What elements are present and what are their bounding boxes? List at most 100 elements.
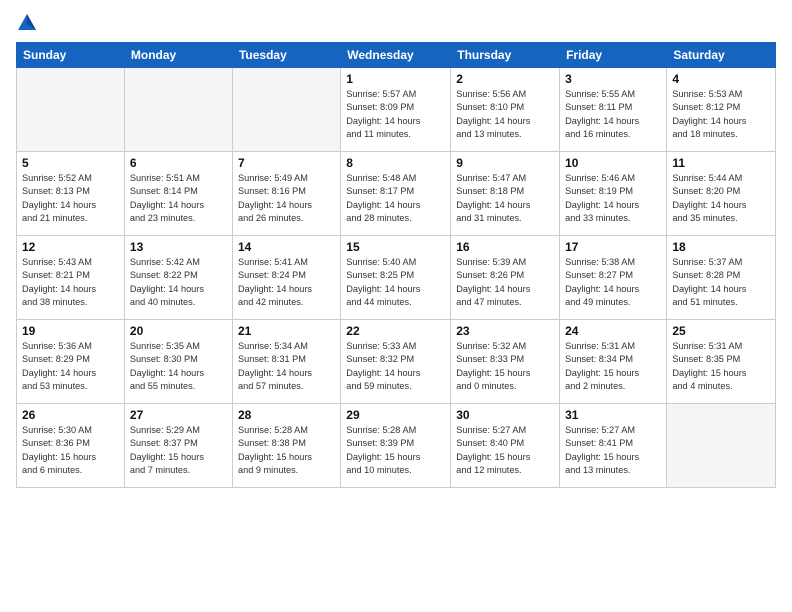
weekday-header-sunday: Sunday: [17, 43, 125, 68]
day-cell: 12 Sunrise: 5:43 AMSunset: 8:21 PMDayligh…: [17, 236, 125, 320]
day-cell: 7 Sunrise: 5:49 AMSunset: 8:16 PMDaylight…: [232, 152, 340, 236]
day-cell: 5 Sunrise: 5:52 AMSunset: 8:13 PMDaylight…: [17, 152, 125, 236]
day-number: 7: [238, 156, 335, 170]
day-cell: [667, 404, 776, 488]
day-info: Sunrise: 5:28 AMSunset: 8:39 PMDaylight:…: [346, 424, 445, 477]
day-number: 19: [22, 324, 119, 338]
day-cell: 28Sunrise: 5:28 AMSunset: 8:38 PMDayligh…: [232, 404, 340, 488]
day-cell: 4 Sunrise: 5:53 AMSunset: 8:12 PMDaylight…: [667, 68, 776, 152]
day-number: 24: [565, 324, 661, 338]
calendar: SundayMondayTuesdayWednesdayThursdayFrid…: [16, 42, 776, 488]
logo-icon: [16, 12, 38, 34]
logo: [16, 12, 42, 34]
day-cell: [232, 68, 340, 152]
weekday-header-row: SundayMondayTuesdayWednesdayThursdayFrid…: [17, 43, 776, 68]
day-cell: 20 Sunrise: 5:35 AMSunset: 8:30 PMDayligh…: [124, 320, 232, 404]
day-cell: 6 Sunrise: 5:51 AMSunset: 8:14 PMDaylight…: [124, 152, 232, 236]
header: [16, 12, 776, 34]
day-info: Sunrise: 5:51 AMSunset: 8:14 PMDaylight:…: [130, 172, 227, 225]
day-number: 8: [346, 156, 445, 170]
week-row-4: 26 Sunrise: 5:30 AMSunset: 8:36 PMDayligh…: [17, 404, 776, 488]
day-number: 30: [456, 408, 554, 422]
day-info: Sunrise: 5:36 AMSunset: 8:29 PMDaylight:…: [22, 340, 119, 393]
day-cell: 3 Sunrise: 5:55 AMSunset: 8:11 PMDaylight…: [560, 68, 667, 152]
day-info: Sunrise: 5:38 AMSunset: 8:27 PMDaylight:…: [565, 256, 661, 309]
day-number: 23: [456, 324, 554, 338]
week-row-3: 19 Sunrise: 5:36 AMSunset: 8:29 PMDayligh…: [17, 320, 776, 404]
day-number: 1: [346, 72, 445, 86]
day-number: 6: [130, 156, 227, 170]
day-info: Sunrise: 5:31 AMSunset: 8:35 PMDaylight:…: [672, 340, 770, 393]
day-cell: 16Sunrise: 5:39 AMSunset: 8:26 PMDayligh…: [451, 236, 560, 320]
day-info: Sunrise: 5:27 AMSunset: 8:41 PMDaylight:…: [565, 424, 661, 477]
day-info: Sunrise: 5:32 AMSunset: 8:33 PMDaylight:…: [456, 340, 554, 393]
day-number: 5: [22, 156, 119, 170]
day-cell: 2 Sunrise: 5:56 AMSunset: 8:10 PMDaylight…: [451, 68, 560, 152]
day-number: 4: [672, 72, 770, 86]
day-cell: 24 Sunrise: 5:31 AMSunset: 8:34 PMDayligh…: [560, 320, 667, 404]
day-number: 15: [346, 240, 445, 254]
day-cell: 26 Sunrise: 5:30 AMSunset: 8:36 PMDayligh…: [17, 404, 125, 488]
day-info: Sunrise: 5:41 AMSunset: 8:24 PMDaylight:…: [238, 256, 335, 309]
day-info: Sunrise: 5:29 AMSunset: 8:37 PMDaylight:…: [130, 424, 227, 477]
day-info: Sunrise: 5:30 AMSunset: 8:36 PMDaylight:…: [22, 424, 119, 477]
day-number: 14: [238, 240, 335, 254]
day-cell: 15 Sunrise: 5:40 AMSunset: 8:25 PMDayligh…: [341, 236, 451, 320]
day-cell: 10 Sunrise: 5:46 AMSunset: 8:19 PMDayligh…: [560, 152, 667, 236]
day-info: Sunrise: 5:48 AMSunset: 8:17 PMDaylight:…: [346, 172, 445, 225]
day-cell: 13Sunrise: 5:42 AMSunset: 8:22 PMDayligh…: [124, 236, 232, 320]
day-info: Sunrise: 5:43 AMSunset: 8:21 PMDaylight:…: [22, 256, 119, 309]
day-cell: [17, 68, 125, 152]
day-number: 12: [22, 240, 119, 254]
day-number: 21: [238, 324, 335, 338]
day-number: 13: [130, 240, 227, 254]
day-number: 16: [456, 240, 554, 254]
page: SundayMondayTuesdayWednesdayThursdayFrid…: [0, 0, 792, 612]
day-cell: 23 Sunrise: 5:32 AMSunset: 8:33 PMDayligh…: [451, 320, 560, 404]
day-number: 29: [346, 408, 445, 422]
day-number: 31: [565, 408, 661, 422]
day-number: 27: [130, 408, 227, 422]
day-cell: 27 Sunrise: 5:29 AMSunset: 8:37 PMDayligh…: [124, 404, 232, 488]
day-info: Sunrise: 5:55 AMSunset: 8:11 PMDaylight:…: [565, 88, 661, 141]
day-cell: 9 Sunrise: 5:47 AMSunset: 8:18 PMDaylight…: [451, 152, 560, 236]
day-number: 22: [346, 324, 445, 338]
day-info: Sunrise: 5:52 AMSunset: 8:13 PMDaylight:…: [22, 172, 119, 225]
day-info: Sunrise: 5:40 AMSunset: 8:25 PMDaylight:…: [346, 256, 445, 309]
day-info: Sunrise: 5:57 AMSunset: 8:09 PMDaylight:…: [346, 88, 445, 141]
day-info: Sunrise: 5:28 AMSunset: 8:38 PMDaylight:…: [238, 424, 335, 477]
day-cell: 30 Sunrise: 5:27 AMSunset: 8:40 PMDayligh…: [451, 404, 560, 488]
day-cell: 19 Sunrise: 5:36 AMSunset: 8:29 PMDayligh…: [17, 320, 125, 404]
day-number: 25: [672, 324, 770, 338]
day-info: Sunrise: 5:44 AMSunset: 8:20 PMDaylight:…: [672, 172, 770, 225]
day-info: Sunrise: 5:56 AMSunset: 8:10 PMDaylight:…: [456, 88, 554, 141]
day-number: 9: [456, 156, 554, 170]
day-number: 3: [565, 72, 661, 86]
day-cell: 22 Sunrise: 5:33 AMSunset: 8:32 PMDayligh…: [341, 320, 451, 404]
week-row-2: 12 Sunrise: 5:43 AMSunset: 8:21 PMDayligh…: [17, 236, 776, 320]
day-info: Sunrise: 5:47 AMSunset: 8:18 PMDaylight:…: [456, 172, 554, 225]
week-row-1: 5 Sunrise: 5:52 AMSunset: 8:13 PMDaylight…: [17, 152, 776, 236]
day-number: 2: [456, 72, 554, 86]
day-info: Sunrise: 5:27 AMSunset: 8:40 PMDaylight:…: [456, 424, 554, 477]
day-number: 11: [672, 156, 770, 170]
day-number: 20: [130, 324, 227, 338]
day-info: Sunrise: 5:31 AMSunset: 8:34 PMDaylight:…: [565, 340, 661, 393]
day-info: Sunrise: 5:49 AMSunset: 8:16 PMDaylight:…: [238, 172, 335, 225]
day-number: 18: [672, 240, 770, 254]
day-cell: 31 Sunrise: 5:27 AMSunset: 8:41 PMDayligh…: [560, 404, 667, 488]
day-info: Sunrise: 5:35 AMSunset: 8:30 PMDaylight:…: [130, 340, 227, 393]
day-info: Sunrise: 5:33 AMSunset: 8:32 PMDaylight:…: [346, 340, 445, 393]
day-cell: 8 Sunrise: 5:48 AMSunset: 8:17 PMDaylight…: [341, 152, 451, 236]
weekday-header-tuesday: Tuesday: [232, 43, 340, 68]
day-info: Sunrise: 5:46 AMSunset: 8:19 PMDaylight:…: [565, 172, 661, 225]
weekday-header-friday: Friday: [560, 43, 667, 68]
day-number: 26: [22, 408, 119, 422]
day-info: Sunrise: 5:53 AMSunset: 8:12 PMDaylight:…: [672, 88, 770, 141]
week-row-0: 1 Sunrise: 5:57 AMSunset: 8:09 PMDaylight…: [17, 68, 776, 152]
weekday-header-wednesday: Wednesday: [341, 43, 451, 68]
day-cell: 25 Sunrise: 5:31 AMSunset: 8:35 PMDayligh…: [667, 320, 776, 404]
day-number: 10: [565, 156, 661, 170]
day-cell: [124, 68, 232, 152]
day-cell: 11 Sunrise: 5:44 AMSunset: 8:20 PMDayligh…: [667, 152, 776, 236]
